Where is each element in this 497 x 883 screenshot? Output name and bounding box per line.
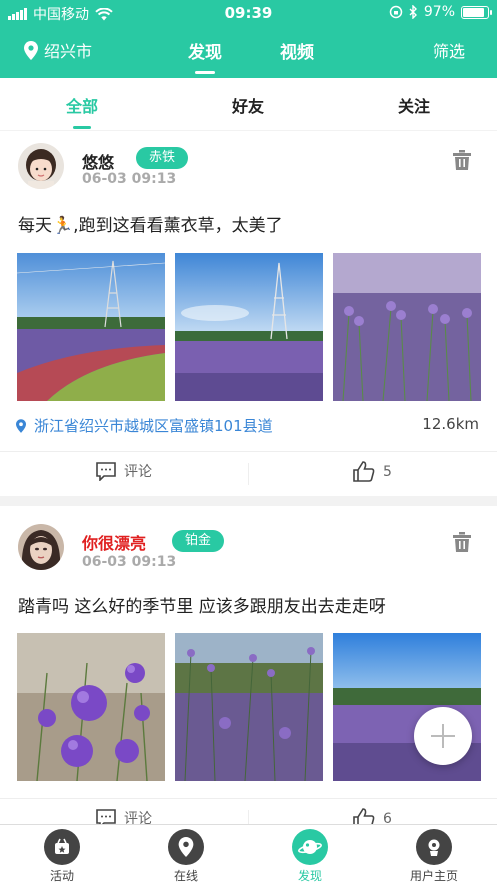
username[interactable]: 悠悠 (82, 149, 114, 173)
top-nav: 绍兴市 发现 视频 筛选 (0, 26, 497, 78)
avatar[interactable] (18, 524, 64, 570)
tabbar-label: 用户主页 (409, 869, 458, 883)
post-text: 踏青吗 这么好的季节里 应该多跟朋友出去走走呀 (18, 597, 386, 617)
like-count: 5 (383, 463, 392, 480)
battery-icon (461, 5, 492, 19)
planet-icon (292, 829, 328, 865)
subtab-following[interactable]: 关注 (398, 93, 430, 117)
header: 中国移动 09:39 97% 绍兴市 发现 视频 筛选 (0, 0, 497, 78)
post-photo[interactable] (175, 253, 323, 401)
tabbar-item-profile[interactable]: 用户主页 (394, 829, 474, 883)
post-photo[interactable] (17, 633, 165, 781)
rotation-lock-icon (389, 5, 403, 19)
like-button[interactable]: 5 (353, 461, 392, 482)
location-selector[interactable]: 绍兴市 (24, 38, 92, 62)
runner-emoji: 🏃 (52, 216, 74, 236)
post-photo[interactable] (17, 253, 165, 401)
nav-tabs: 发现 视频 (188, 38, 314, 74)
location-label: 绍兴市 (44, 42, 93, 61)
tabbar-label: 活动 (49, 869, 74, 883)
map-pin-icon (168, 829, 204, 865)
tabbar-label: 发现 (297, 869, 322, 883)
location-pin-icon (16, 418, 26, 433)
post-card: 你很漂亮 铂金 06-03 09:13 踏青吗 这么好的季节里 应该多跟朋友出去… (0, 506, 497, 832)
bluetooth-icon (409, 5, 417, 19)
post-text: 每天🏃,跑到这看看薰衣草，太美了 (18, 211, 283, 236)
comment-icon (96, 461, 116, 481)
subtab-all[interactable]: 全部 (66, 93, 98, 129)
username[interactable]: 你很漂亮 (82, 530, 146, 554)
comment-button[interactable]: 评论 (96, 461, 152, 481)
post-photo[interactable] (333, 253, 481, 401)
post-location[interactable]: 浙江省绍兴市越城区富盛镇101县道 (16, 415, 481, 436)
post-text-part: ,跑到这看看薰衣草，太美了 (73, 216, 283, 236)
post-time: 06-03 09:13 (82, 554, 177, 570)
location-address: 浙江省绍兴市越城区富盛镇101县道 (34, 417, 273, 435)
trash-icon[interactable] (453, 532, 471, 552)
post-time: 06-03 09:13 (82, 171, 177, 187)
post-card: 悠悠 赤铁 06-03 09:13 每天🏃,跑到这看看薰衣草，太美了 浙江省绍兴… (0, 131, 497, 496)
post-text-part: 每天 (18, 216, 52, 236)
location-row: 浙江省绍兴市越城区富盛镇101县道 12.6km (16, 415, 481, 436)
location-pin-icon (24, 40, 38, 60)
status-bar: 中国移动 09:39 97% (0, 0, 497, 26)
avatar[interactable] (18, 143, 64, 189)
tabbar-item-discover[interactable]: 发现 (270, 829, 350, 883)
activity-icon (44, 829, 80, 865)
post-photo[interactable] (175, 633, 323, 781)
plus-icon (431, 724, 455, 748)
tabbar-item-activity[interactable]: 活动 (22, 829, 102, 883)
distance: 12.6km (422, 415, 479, 433)
tabbar-label: 在线 (173, 869, 198, 883)
divider (248, 463, 249, 485)
tabbar-item-online[interactable]: 在线 (146, 829, 226, 883)
battery-percent: 97% (423, 4, 455, 20)
trash-icon[interactable] (453, 150, 471, 170)
status-right: 97% (389, 4, 492, 20)
level-badge: 赤铁 (136, 147, 189, 169)
level-badge: 铂金 (172, 530, 225, 552)
comment-label: 评论 (124, 464, 152, 480)
thumbs-up-icon (353, 461, 375, 482)
filter-button[interactable]: 筛选 (433, 38, 465, 62)
tab-video[interactable]: 视频 (280, 38, 314, 63)
user-icon (416, 829, 452, 865)
tab-discover[interactable]: 发现 (188, 38, 222, 74)
post-actions: 评论 5 (0, 451, 497, 495)
sub-tabs: 全部 好友 关注 (0, 78, 497, 130)
add-post-button[interactable] (414, 707, 472, 765)
subtab-friends[interactable]: 好友 (232, 93, 264, 117)
app-root: 中国移动 09:39 97% 绍兴市 发现 视频 筛选 全部 好友 关注 悠悠 … (0, 0, 497, 883)
bottom-tab-bar: 活动 在线 发现 用户主页 (0, 824, 497, 883)
